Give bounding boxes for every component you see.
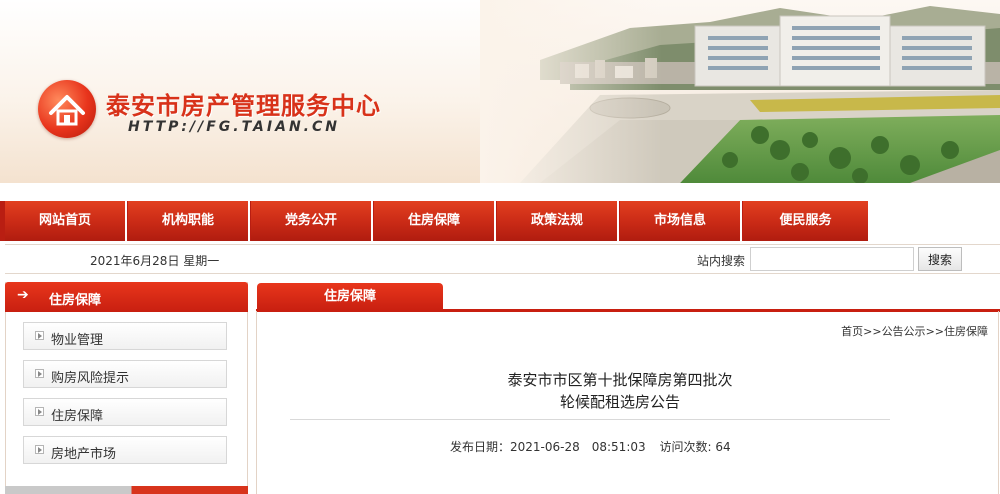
breadcrumb-notice[interactable]: 公告公示 bbox=[882, 325, 926, 338]
breadcrumb-home[interactable]: 首页 bbox=[841, 325, 863, 338]
site-url: HTTP://FG.TAIAN.CN bbox=[128, 119, 340, 135]
sidebar-item-housing-security[interactable]: 住房保障 bbox=[23, 398, 227, 426]
sidebar: ➔ 住房保障 物业管理 购房风险提示 住房保障 房地产市场 bbox=[5, 282, 248, 494]
sidebar-item-label: 物业管理 bbox=[51, 333, 104, 348]
nav-functions[interactable]: 机构职能 bbox=[128, 201, 250, 241]
visit-count: 访问次数: 64 bbox=[659, 440, 731, 454]
info-bar: 2021年6月28日 星期一 站内搜索 搜索 bbox=[5, 244, 1000, 274]
nav-market[interactable]: 市场信息 bbox=[620, 201, 742, 241]
main-nav: 网站首页 机构职能 党务公开 住房保障 政策法规 市场信息 便民服务 bbox=[0, 201, 1000, 241]
sidebar-item-purchase-risk[interactable]: 购房风险提示 bbox=[23, 360, 227, 388]
article-title-line: 轮候配租选房公告 bbox=[559, 393, 680, 411]
article-divider bbox=[290, 419, 890, 420]
bullet-arrow-icon bbox=[35, 445, 44, 454]
nav-housing[interactable]: 住房保障 bbox=[374, 201, 496, 241]
content-tab: 住房保障 bbox=[257, 283, 443, 311]
header-banner: 泰安市房产管理服务中心 HTTP://FG.TAIAN.CN bbox=[0, 0, 1000, 183]
sidebar-item-label: 购房风险提示 bbox=[51, 371, 130, 386]
article-title: 泰安市市区第十批保障房第四批次 轮候配租选房公告 bbox=[390, 369, 850, 413]
sidebar-item-label: 房地产市场 bbox=[51, 447, 117, 462]
nav-filler bbox=[870, 201, 1000, 241]
nav-home[interactable]: 网站首页 bbox=[5, 201, 127, 241]
search-button[interactable]: 搜索 bbox=[918, 247, 962, 271]
sidebar-item-label: 住房保障 bbox=[51, 409, 104, 424]
sidebar-title: 住房保障 bbox=[49, 293, 102, 308]
nav-party[interactable]: 党务公开 bbox=[251, 201, 373, 241]
bullet-arrow-icon bbox=[35, 331, 44, 340]
nav-policy[interactable]: 政策法规 bbox=[497, 201, 619, 241]
right-arrow-icon: ➔ bbox=[17, 287, 29, 303]
breadcrumb-separator: >> bbox=[925, 325, 944, 338]
site-title: 泰安市房产管理服务中心 bbox=[106, 91, 381, 120]
sidebar-footer-bar bbox=[5, 486, 248, 494]
search-label: 站内搜索 bbox=[697, 254, 746, 268]
bullet-arrow-icon bbox=[35, 407, 44, 416]
logo-icon bbox=[38, 80, 96, 138]
sidebar-item-property-management[interactable]: 物业管理 bbox=[23, 322, 227, 350]
breadcrumb: 首页>>公告公示>>住房保障 bbox=[841, 323, 988, 339]
publish-date: 发布日期：2021-06-28 08:51:03 bbox=[450, 440, 646, 454]
sidebar-item-real-estate-market[interactable]: 房地产市场 bbox=[23, 436, 227, 464]
sidebar-header: ➔ 住房保障 bbox=[5, 282, 248, 312]
search-input[interactable] bbox=[750, 247, 914, 271]
bullet-arrow-icon bbox=[35, 369, 44, 378]
article-title-line: 泰安市市区第十批保障房第四批次 bbox=[507, 371, 733, 389]
breadcrumb-separator: >> bbox=[863, 325, 882, 338]
city-building-photo bbox=[480, 0, 1000, 183]
article-meta: 发布日期：2021-06-28 08:51:03 访问次数: 64 bbox=[450, 438, 741, 455]
nav-services[interactable]: 便民服务 bbox=[743, 201, 870, 241]
breadcrumb-current[interactable]: 住房保障 bbox=[944, 325, 988, 338]
date-text: 2021年6月28日 星期一 bbox=[90, 254, 220, 268]
